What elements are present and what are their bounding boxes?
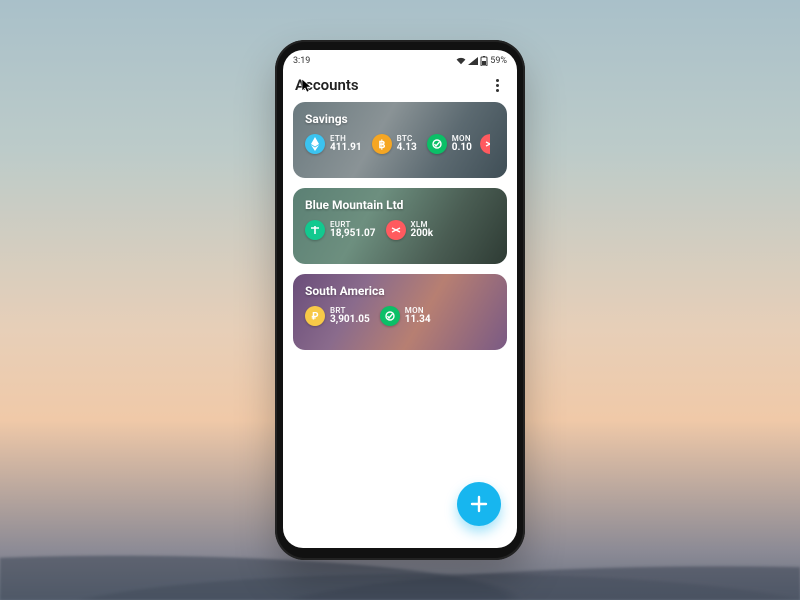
accounts-list: Savings ETH 411.91 bbox=[283, 102, 517, 350]
statusbar-battery-text: 59% bbox=[490, 56, 507, 66]
balance-row: EURT 18,951.07 XLM 200k bbox=[305, 220, 495, 240]
account-name: South America bbox=[305, 284, 495, 298]
account-card-south-america[interactable]: South America ₽ BRT 3,901.05 bbox=[293, 274, 507, 350]
balance-item: MON 0.10 bbox=[427, 134, 472, 154]
statusbar-time: 3:19 bbox=[293, 56, 310, 66]
balance-symbol: XLM bbox=[411, 221, 434, 229]
balance-value: 0.10 bbox=[452, 143, 472, 154]
balance-item: XLM 200k bbox=[386, 220, 434, 240]
balance-item: ₽ BRT 3,901.05 bbox=[305, 306, 370, 326]
balance-value: 3,901.05 bbox=[330, 315, 370, 326]
overflow-balance-indicator bbox=[480, 134, 490, 154]
brt-icon: ₽ bbox=[305, 306, 325, 326]
statusbar: 3:19 59% bbox=[283, 50, 517, 70]
balance-symbol: EURT bbox=[330, 221, 376, 229]
balance-row: ETH 411.91 ฿ BTC 4.13 bbox=[305, 134, 495, 154]
eurt-icon bbox=[305, 220, 325, 240]
phone-screen: 3:19 59% Accounts bbox=[283, 50, 517, 548]
plus-icon bbox=[468, 493, 490, 515]
balance-item: MON 11.34 bbox=[380, 306, 431, 326]
balance-value: 4.13 bbox=[397, 143, 417, 154]
mon-icon bbox=[427, 134, 447, 154]
xlm-icon bbox=[386, 220, 406, 240]
overflow-menu-button[interactable] bbox=[489, 77, 505, 93]
appbar: Accounts bbox=[283, 70, 517, 102]
wallpaper-background: 3:19 59% Accounts bbox=[0, 0, 800, 600]
mon-icon bbox=[380, 306, 400, 326]
wifi-icon bbox=[456, 57, 466, 65]
statusbar-right: 59% bbox=[456, 56, 507, 66]
signal-icon bbox=[468, 57, 478, 65]
balance-symbol: MON bbox=[405, 307, 431, 315]
btc-icon: ฿ bbox=[372, 134, 392, 154]
page-title-text: Accounts bbox=[295, 76, 359, 94]
account-name: Savings bbox=[305, 112, 495, 126]
svg-text:₽: ₽ bbox=[311, 312, 318, 323]
balance-item: EURT 18,951.07 bbox=[305, 220, 376, 240]
add-account-button[interactable] bbox=[457, 482, 501, 526]
balance-value: 18,951.07 bbox=[330, 229, 376, 240]
account-card-savings[interactable]: Savings ETH 411.91 bbox=[293, 102, 507, 178]
svg-text:฿: ฿ bbox=[378, 138, 385, 150]
battery-icon bbox=[480, 56, 488, 66]
account-name: Blue Mountain Ltd bbox=[305, 198, 495, 212]
page-title: Accounts bbox=[295, 76, 359, 94]
balance-value: 411.91 bbox=[330, 143, 362, 154]
xlm-icon bbox=[480, 134, 490, 154]
phone-frame: 3:19 59% Accounts bbox=[275, 40, 525, 560]
balance-value: 11.34 bbox=[405, 315, 431, 326]
eth-icon bbox=[305, 134, 325, 154]
balance-item: ETH 411.91 bbox=[305, 134, 362, 154]
balance-symbol: ETH bbox=[330, 135, 362, 143]
balance-symbol: BRT bbox=[330, 307, 370, 315]
balance-item: ฿ BTC 4.13 bbox=[372, 134, 417, 154]
balance-value: 200k bbox=[411, 229, 434, 240]
balance-symbol: MON bbox=[452, 135, 472, 143]
balance-symbol: BTC bbox=[397, 135, 417, 143]
balance-row: ₽ BRT 3,901.05 MON bbox=[305, 306, 495, 326]
account-card-blue-mountain[interactable]: Blue Mountain Ltd EURT 18,951.07 bbox=[293, 188, 507, 264]
